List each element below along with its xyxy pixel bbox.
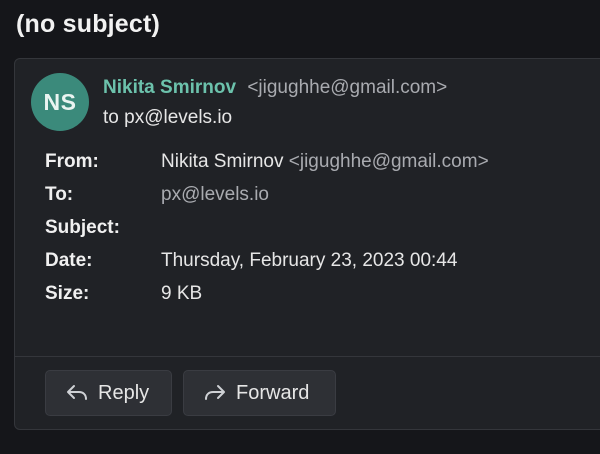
from-email: <jigughhe@gmail.com> bbox=[288, 151, 489, 172]
reply-label: Reply bbox=[98, 381, 150, 404]
recipient-summary: to px@levels.io bbox=[103, 107, 233, 128]
sender-line: Nikita Smirnov <jigughhe@gmail.com> bbox=[103, 77, 447, 99]
email-subject-title: (no subject) bbox=[16, 10, 161, 38]
message-actions: Reply Forward bbox=[45, 370, 336, 416]
date-label: Date: bbox=[45, 250, 93, 271]
sender-name[interactable]: Nikita Smirnov bbox=[103, 77, 236, 98]
forward-button[interactable]: Forward bbox=[183, 370, 336, 416]
date-value: Thursday, February 23, 2023 00:44 bbox=[161, 250, 458, 271]
sender-email: <jigughhe@gmail.com> bbox=[247, 77, 448, 98]
to-label: To: bbox=[45, 184, 74, 205]
reply-button[interactable]: Reply bbox=[45, 370, 172, 416]
reply-arrow-icon bbox=[64, 382, 90, 404]
from-name: Nikita Smirnov bbox=[161, 151, 284, 172]
size-label: Size: bbox=[45, 283, 90, 304]
size-value: 9 KB bbox=[161, 283, 203, 304]
forward-label: Forward bbox=[236, 381, 310, 404]
sender-avatar: NS bbox=[31, 73, 89, 131]
card-divider bbox=[15, 356, 600, 357]
from-label: From: bbox=[45, 151, 99, 172]
from-value: Nikita Smirnov <jigughhe@gmail.com> bbox=[161, 151, 489, 173]
message-card: NS Nikita Smirnov <jigughhe@gmail.com> t… bbox=[14, 58, 600, 430]
to-value[interactable]: px@levels.io bbox=[161, 184, 269, 206]
email-view: (no subject) NS Nikita Smirnov <jigughhe… bbox=[0, 0, 600, 454]
forward-arrow-icon bbox=[202, 382, 228, 404]
subject-label: Subject: bbox=[45, 217, 120, 238]
